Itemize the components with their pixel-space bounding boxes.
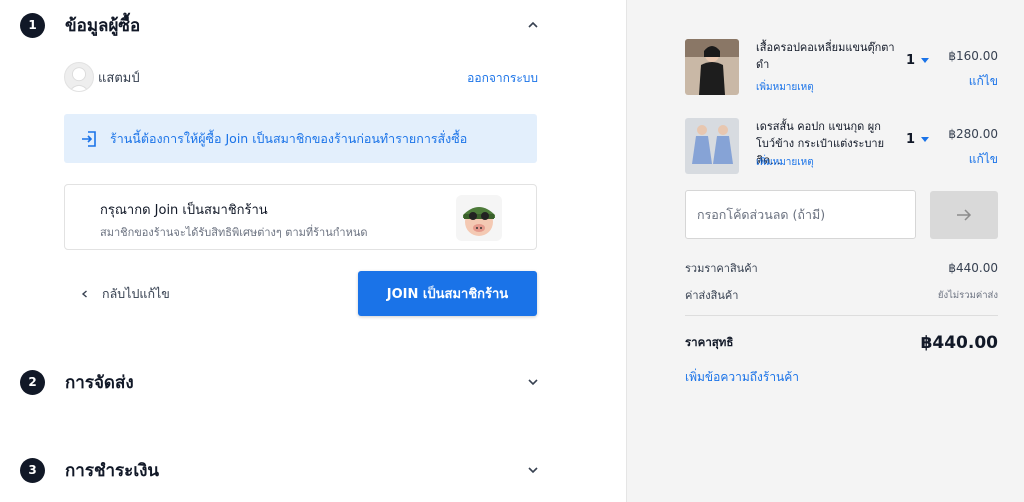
join-card-title: กรุณากด Join เป็นสมาชิกร้าน [100, 203, 268, 218]
total-label: ราคาสุทธิ [685, 335, 734, 349]
apply-coupon-button[interactable] [930, 191, 998, 239]
subtotal-value: ฿440.00 [948, 261, 998, 275]
shipping-row: ค่าส่งสินค้า ยังไม่รวมค่าส่ง [685, 286, 998, 304]
edit-item-link[interactable]: แก้ไข [969, 72, 998, 91]
logged-in-user-row: แสตมป์ ออกจากระบบ [64, 62, 538, 92]
avatar [64, 62, 94, 92]
quantity-value: 1 [906, 53, 916, 68]
user-name: แสตมป์ [98, 70, 140, 86]
step-payment-header[interactable]: 3 การชำระเงิน [20, 454, 540, 486]
step-shipping-header[interactable]: 2 การจัดส่ง [20, 366, 540, 398]
add-note-link[interactable]: เพิ่มหมายเหตุ [756, 155, 814, 170]
step-title: ข้อมูลผู้ซื้อ [65, 15, 141, 36]
total-row: ราคาสุทธิ ฿440.00 [685, 333, 998, 353]
subtotal-label: รวมราคาสินค้า [685, 262, 758, 275]
join-member-button[interactable]: JOIN เป็นสมาชิกร้าน [358, 271, 537, 316]
back-label: กลับไปแก้ไข [102, 286, 170, 301]
checkout-steps-panel: 1 ข้อมูลผู้ซื้อ แสตมป์ ออกจากระบบ ร้านนี… [0, 0, 626, 502]
shop-mascot-image [456, 195, 502, 241]
step-number-badge: 2 [20, 369, 45, 395]
join-required-notice: ร้านนี้ต้องการให้ผู้ซื้อ Join เป็นสมาชิก… [64, 114, 537, 163]
cart-item-name: เสื้อครอปคอเหลี่ยมแขนตุ๊กตา ดำ [756, 41, 895, 71]
login-icon [82, 130, 96, 147]
add-message-to-shop-link[interactable]: เพิ่มข้อความถึงร้านค้า [685, 368, 799, 387]
step-title: การจัดส่ง [65, 372, 134, 393]
join-card-subtitle: สมาชิกของร้านจะได้รับสิทธิพิเศษต่างๆ ตาม… [100, 226, 368, 239]
add-note-link[interactable]: เพิ่มหมายเหตุ [756, 80, 814, 95]
product-thumbnail [685, 39, 739, 95]
back-to-edit-link[interactable]: กลับไปแก้ไข [80, 284, 170, 304]
chevron-up-icon[interactable] [526, 18, 540, 32]
divider [685, 315, 998, 316]
quantity-value: 1 [906, 132, 916, 147]
chevron-left-icon [81, 290, 87, 298]
chevron-down-icon[interactable] [526, 463, 540, 477]
shipping-label: ค่าส่งสินค้า [685, 289, 739, 302]
step-buyer-info-header[interactable]: 1 ข้อมูลผู้ซื้อ [20, 9, 540, 41]
quantity-select[interactable]: 1 [906, 132, 930, 147]
arrow-right-icon [957, 209, 972, 221]
step-number-badge: 3 [20, 457, 45, 483]
coupon-code-input[interactable] [685, 190, 916, 239]
caret-down-icon [921, 137, 930, 142]
cart-item: เดรสสั้น คอปก แขนกุด ผูกโบว์ข้าง กระเป๋า… [685, 118, 998, 174]
chevron-down-icon[interactable] [526, 375, 540, 389]
edit-item-link[interactable]: แก้ไข [969, 150, 998, 169]
join-member-card: กรุณากด Join เป็นสมาชิกร้าน สมาชิกของร้า… [64, 184, 537, 250]
cart-item-price: ฿280.00 [948, 127, 998, 141]
quantity-select[interactable]: 1 [906, 53, 930, 68]
caret-down-icon [921, 58, 930, 63]
subtotal-row: รวมราคาสินค้า ฿440.00 [685, 259, 998, 277]
cart-item: เสื้อครอปคอเหลี่ยมแขนตุ๊กตา ดำ เพิ่มหมาย… [685, 39, 998, 95]
shipping-value: ยังไม่รวมค่าส่ง [937, 289, 998, 301]
user-avatar-icon [69, 67, 89, 91]
step-title: การชำระเงิน [65, 460, 160, 481]
product-thumbnail [685, 118, 739, 174]
logout-link[interactable]: ออกจากระบบ [467, 69, 538, 88]
notice-text: ร้านนี้ต้องการให้ผู้ซื้อ Join เป็นสมาชิก… [110, 130, 468, 146]
step-number-badge: 1 [20, 12, 45, 38]
total-value: ฿440.00 [920, 333, 998, 353]
cart-item-price: ฿160.00 [948, 49, 998, 63]
